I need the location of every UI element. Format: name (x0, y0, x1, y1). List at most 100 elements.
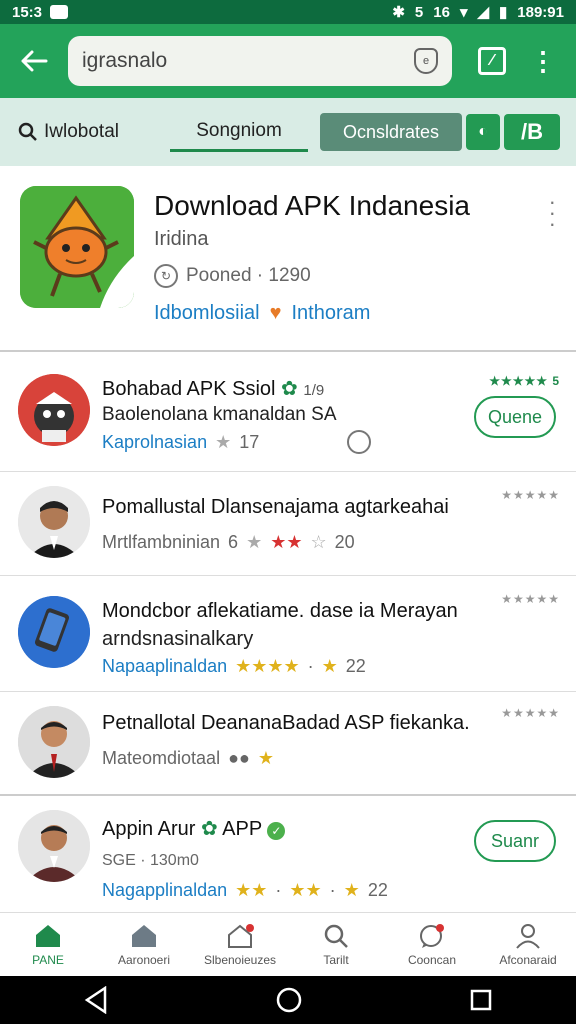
nav-messages-label: Cooncan (407, 952, 457, 967)
overflow-menu-button[interactable]: ⋮ (530, 48, 556, 74)
row-meta-rating: Nagapplinaldan ★★ · ★★ · ★ 22 (102, 880, 388, 901)
queue-button[interactable]: Quene (474, 396, 556, 438)
search-bar[interactable]: e (68, 36, 452, 86)
home-icon (34, 923, 62, 949)
row-meta-text: Mrtlfambninian (102, 532, 221, 552)
rating-stars: ★★★★★ (501, 592, 560, 606)
avatar-group-icon: ●● (228, 748, 250, 768)
list-item[interactable]: Mondcbor aflekatiame. dase ia Merayan ar… (0, 576, 576, 692)
dot-separator: · (275, 880, 282, 900)
edit-button[interactable]: ∕ (478, 47, 506, 75)
row-meta: SGE · 130m0 (102, 852, 199, 869)
row-meta-link[interactable]: Napaaplinaldan (102, 656, 227, 677)
tab-search-label: Iwlobotal (44, 121, 119, 142)
developer-link[interactable]: Idbomlosiial (154, 302, 260, 325)
nav-account[interactable]: Afconaraid (480, 913, 576, 976)
app-meta: ↻ Pooned · 1290 (154, 264, 311, 288)
chat-icon (418, 923, 446, 949)
nav-apps[interactable]: Aaronoeri (96, 913, 192, 976)
row-meta-num: 6 (228, 532, 239, 552)
avatar (18, 706, 90, 778)
app-bar: e ∕ ⋮ (0, 24, 576, 98)
tab-considerates[interactable]: Ocnsldrates (320, 113, 462, 151)
row-meta: Mrtlfambninian 6 ★ ★★ ☆ 20 (102, 532, 355, 553)
signal-icon: ◢ (477, 4, 490, 21)
nav-home[interactable]: PANE (0, 913, 96, 976)
status-bar: 15:3 ✱ 5 16 ▾ ◢ ▮ 189:91 (0, 0, 576, 24)
bluetooth-icon: ✱ (392, 4, 405, 21)
house-badge-icon (226, 923, 254, 949)
rating-stars: ★★★★★ 5 (489, 374, 560, 388)
nav-search[interactable]: Tarilt (288, 913, 384, 976)
list-item[interactable]: Appin Arur ✿ APP ✓ SGE · 130m0 Nagapplin… (0, 796, 576, 916)
row-title-text: Bohabad APK Ssiol (102, 378, 276, 400)
star-icon: ★ (321, 656, 338, 676)
list-item[interactable]: Pomallustal Dlansenajama agtarkeahai Mrt… (0, 472, 576, 576)
star-icon: ★ (343, 880, 360, 900)
row-rating: 17 (239, 431, 260, 452)
row-meta: Napaaplinaldan ★★★★ · ★ 22 (102, 656, 366, 677)
more-options-button[interactable]: · · · (549, 191, 556, 235)
list-item[interactable]: Bohabad APK Ssiol ✿ 1/9 Baolenolana kman… (0, 354, 576, 472)
row-title: Appin Arur ✿ APP ✓ (102, 816, 286, 841)
person-icon (514, 923, 542, 949)
status-data: 16 (433, 3, 450, 21)
app-list: Bohabad APK Ssiol ✿ 1/9 Baolenolana kman… (0, 354, 576, 916)
back-button[interactable] (14, 41, 54, 81)
square-button-b[interactable]: /B (504, 114, 560, 150)
star-icon: ★★ (235, 880, 268, 900)
app-icon (20, 186, 134, 308)
star-icon: ☆ (310, 532, 327, 552)
app-title: Download APK Indanesia (154, 190, 470, 221)
tab-search[interactable]: Iwlobotal (10, 112, 160, 152)
home-circle-icon[interactable] (275, 986, 303, 1014)
avatar (18, 486, 90, 558)
shield-icon[interactable]: e (414, 48, 438, 74)
row-meta: Mateomdiotaal ●● ★ (102, 748, 274, 769)
house-icon (130, 923, 158, 949)
search-icon (322, 923, 350, 949)
verified-icon: ✓ (267, 822, 286, 840)
nav-updates[interactable]: Slbenoieuzes (192, 913, 288, 976)
row-meta-link[interactable]: Nagapplinaldan (102, 880, 227, 901)
verified-icon: ✿ (281, 378, 298, 400)
star-icon: ★★ (289, 880, 322, 900)
share-button[interactable]: Suanr (474, 820, 556, 862)
status-time: 15:3 (12, 3, 43, 21)
category-link[interactable]: Inthoram (291, 302, 370, 325)
battery-icon: ▮ (499, 4, 508, 21)
rating-stars: ★★★★★ (501, 488, 560, 502)
avatar (18, 374, 90, 446)
nav-messages[interactable]: Cooncan (384, 913, 480, 976)
tab-active[interactable]: Songniom (170, 112, 308, 152)
featured-app-card[interactable]: Download APK Indanesia Iridina ↻ Pooned … (0, 166, 576, 352)
square-button-o[interactable]: ◐ (466, 114, 500, 150)
app-meta-text: Pooned · 1290 (186, 265, 311, 286)
search-icon (18, 122, 37, 141)
tab-bar: Iwlobotal Songniom Ocnsldrates ◐ /B (0, 98, 576, 166)
back-triangle-icon[interactable] (83, 986, 109, 1014)
nav-account-label: Afconaraid (499, 952, 557, 967)
row-title: Petnallotal DeananaBadad ASP fiekanka. (102, 712, 470, 734)
bottom-navigation: PANE Aaronoeri Slbenoieuzes Tarilt Coonc… (0, 912, 576, 976)
rating-stars: ★★★★★ (501, 706, 560, 720)
row-description: Baolenolana kmanaldan SA (102, 404, 337, 425)
nav-home-label: PANE (32, 952, 64, 967)
star-icon: ★ (257, 748, 274, 768)
dot-separator: · (307, 656, 314, 676)
recents-square-icon[interactable] (469, 988, 493, 1012)
avatar (18, 596, 90, 668)
row-rating: 22 (367, 880, 388, 900)
app-subtitle: Iridina (154, 228, 209, 250)
leaf-icon: ✿ (200, 818, 218, 840)
search-input[interactable] (82, 49, 414, 73)
row-meta: Kaprolnasian ★ 17 (102, 430, 372, 454)
list-item[interactable]: Petnallotal DeananaBadad ASP fiekanka. M… (0, 692, 576, 796)
dot-separator: · (329, 880, 336, 900)
row-meta-link[interactable]: Kaprolnasian (102, 432, 207, 453)
avatar (18, 810, 90, 882)
row-description: arndsnasinalkary (102, 628, 254, 650)
back-arrow-icon (21, 50, 48, 72)
row-title-text: Appin Arur (102, 818, 196, 840)
row-rating: 20 (334, 532, 355, 552)
